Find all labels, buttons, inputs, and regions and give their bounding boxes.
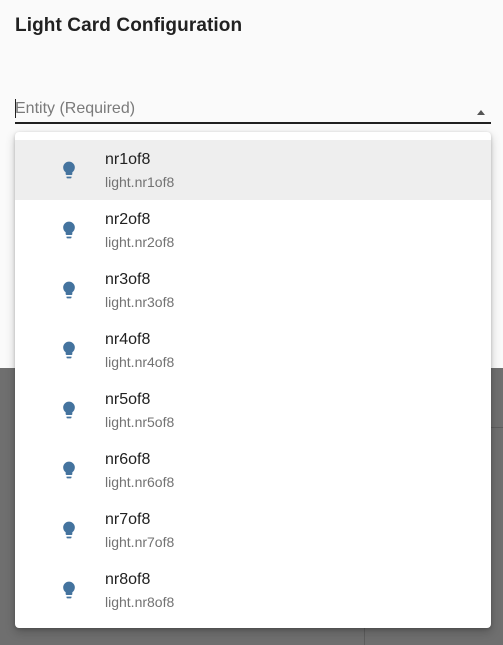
entity-name: nr3of8 [105, 271, 151, 288]
list-item[interactable]: nr3of8 light.nr3of8 [15, 260, 491, 320]
lightbulb-icon [63, 221, 75, 239]
lightbulb-icon [63, 341, 75, 359]
list-item[interactable]: nr2of8 light.nr2of8 [15, 200, 491, 260]
lightbulb-icon [63, 281, 75, 299]
lightbulb-icon [63, 521, 75, 539]
lightbulb-icon [63, 161, 75, 179]
entity-id: light.nr6of8 [105, 474, 175, 490]
list-item[interactable]: nr8of8 light.nr8of8 [15, 560, 491, 620]
entity-id: light.nr3of8 [105, 294, 175, 310]
entity-name: nr7of8 [105, 511, 151, 528]
entity-name: nr1of8 [105, 151, 151, 168]
dropdown-arrow-up-icon[interactable] [477, 110, 485, 115]
entity-field[interactable] [15, 96, 491, 124]
entity-dropdown-list[interactable]: nr1of8 light.nr1of8 nr2of8 light.nr2of8 … [15, 132, 491, 628]
lightbulb-icon [63, 581, 75, 599]
entity-name: nr8of8 [105, 571, 151, 588]
lightbulb-icon [63, 401, 75, 419]
entity-id: light.nr8of8 [105, 594, 175, 610]
list-item[interactable]: nr5of8 light.nr5of8 [15, 380, 491, 440]
entity-id: light.nr7of8 [105, 534, 175, 550]
entity-name: nr2of8 [105, 211, 151, 228]
list-item[interactable]: nr7of8 light.nr7of8 [15, 500, 491, 560]
list-item[interactable]: nr6of8 light.nr6of8 [15, 440, 491, 500]
entity-id: light.nr1of8 [105, 174, 175, 190]
entity-name: nr5of8 [105, 391, 151, 408]
entity-id: light.nr5of8 [105, 414, 175, 430]
field-underline [15, 122, 491, 124]
list-item[interactable]: nr1of8 light.nr1of8 [15, 140, 491, 200]
screen: Light Card Configuration nr1of8 light.nr… [0, 0, 503, 645]
entity-name: nr6of8 [105, 451, 151, 468]
entity-id: light.nr4of8 [105, 354, 175, 370]
dialog-title: Light Card Configuration [15, 15, 243, 36]
list-item[interactable]: nr4of8 light.nr4of8 [15, 320, 491, 380]
lightbulb-icon [63, 461, 75, 479]
entity-id: light.nr2of8 [105, 234, 175, 250]
entity-input[interactable] [15, 96, 463, 122]
entity-name: nr4of8 [105, 331, 151, 348]
